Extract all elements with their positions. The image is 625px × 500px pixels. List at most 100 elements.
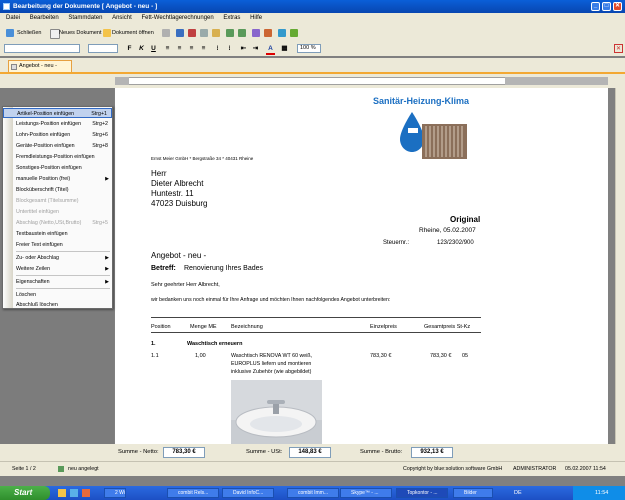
block-number: 1. (151, 341, 156, 347)
font-size-combo[interactable] (88, 44, 118, 53)
menu-item-abschluss-loeschen[interactable]: Abschluß löschen (3, 300, 112, 310)
table-header-rule (151, 332, 481, 333)
copyright-text: Copyright by blue:solution software GmbH (403, 466, 503, 472)
document-page[interactable]: Sanitär-Heizung-Klima Ernst Meier GmbH *… (115, 88, 608, 444)
app-icon (3, 3, 10, 10)
doc-original-label: Original (450, 215, 481, 224)
cut-icon[interactable] (188, 29, 196, 37)
menu-item-freier-text[interactable]: Freier Text einfügen (3, 240, 112, 250)
menu-stammdaten[interactable]: Stammdaten (68, 15, 102, 21)
menu-item-textbaustein[interactable]: Textbaustein einfügen (3, 229, 112, 239)
language-indicator[interactable]: DE (514, 488, 522, 498)
insert-icon[interactable] (252, 29, 260, 37)
menu-hilfe[interactable]: Hilfe (250, 15, 262, 21)
menu-extras[interactable]: Extras (223, 15, 240, 21)
copy-icon[interactable] (200, 29, 208, 37)
outdent-icon[interactable]: ⇤ (239, 44, 248, 53)
submenu-arrow-icon: ▶ (105, 176, 109, 182)
font-color-icon[interactable]: A (266, 44, 275, 55)
intro-text: wir bedanken uns noch einmal für Ihre An… (151, 297, 391, 303)
check-icon[interactable] (290, 29, 298, 37)
taskbar-task[interactable]: combit Rels... (167, 488, 219, 498)
net-total-label: Summe - Netto: (118, 449, 159, 455)
menu-item-loeschen[interactable]: Löschen (3, 290, 112, 300)
quicklaunch-icon[interactable] (58, 489, 66, 497)
format-toolbar: F K U ≡ ≡ ≡ ≡ ⁝ ⁝ ⇤ ⇥ A ▦ 100 % ✕ (0, 41, 625, 56)
save-icon[interactable] (176, 29, 184, 37)
sender-line: Ernst Meier GmbH * Bergstraße 34 * 40431… (151, 156, 254, 161)
gross-total-label: Summe - Brutto: (360, 449, 403, 455)
print-icon[interactable] (162, 29, 170, 37)
bold-button[interactable]: F (125, 44, 134, 53)
menu-item-leistungs-position[interactable]: Leistungs-Position einfügen Strg+2 (3, 119, 112, 129)
menu-datei[interactable]: Datei (6, 15, 20, 21)
menu-item-fremdleistungs-position[interactable]: Fremdleistungs-Position einfügen (3, 152, 112, 162)
menu-item-zu-abschlag[interactable]: Zu- oder Abschlag ▶ (3, 253, 112, 263)
close-button[interactable]: ✕ (613, 2, 622, 11)
taskbar-task[interactable]: Topkontor - ... (396, 488, 448, 498)
tab-angebot[interactable]: Angebot - neu - (8, 60, 72, 72)
item-desc-line: Waschtisch RENOVA WT 60 weiß, (231, 353, 313, 359)
start-button[interactable]: Start (0, 486, 50, 500)
table-icon[interactable]: ▦ (280, 44, 289, 53)
close-document-icon[interactable]: ✕ (614, 44, 623, 53)
menu-wechselrechnungen[interactable]: Fett-Wechtlagerechnungen (141, 15, 213, 21)
taskbar-task[interactable]: combit Imm... (287, 488, 339, 498)
quicklaunch-icon[interactable] (82, 489, 90, 497)
menu-item-blockueberschrift[interactable]: Blocküberschrift (Titel) (3, 185, 112, 195)
maximize-button[interactable]: □ (602, 2, 611, 11)
gross-total-value: 932,13 € (411, 447, 453, 458)
clock[interactable]: 11:54 (595, 490, 608, 496)
menu-ansicht[interactable]: Ansicht (112, 15, 132, 21)
menu-bar: Datei Bearbeiten Stammdaten Ansicht Fett… (0, 13, 625, 24)
zoom-combo[interactable]: 100 % (297, 44, 321, 53)
menu-item-sonstiges-position[interactable]: Sonstiges-Position einfügen (3, 163, 112, 173)
menu-item-geraete-position[interactable]: Geräte-Position einfügen Strg+8 (3, 141, 112, 151)
menu-item-eigenschaften[interactable]: Eigenschaften ▶ (3, 277, 112, 287)
undo-icon[interactable] (226, 29, 234, 37)
quicklaunch-icon[interactable] (70, 489, 78, 497)
block-title: Waschtisch erneuern (187, 341, 243, 347)
menu-item-lohn-position[interactable]: Lohn-Position einfügen Strg+6 (3, 130, 112, 140)
item-desc-line: inklusive Zubehör (wie abgebildet) (231, 369, 312, 375)
justify-icon[interactable]: ≡ (199, 44, 208, 53)
open-document-icon (103, 29, 111, 37)
taskbar-task[interactable]: Skype™ - ... (340, 488, 392, 498)
new-document-button[interactable]: Neues Dokument (59, 28, 102, 38)
redo-icon[interactable] (238, 29, 246, 37)
recipient-street: Huntestr. 11 (151, 189, 194, 198)
indent-icon[interactable]: ⇥ (251, 44, 260, 53)
delete-icon[interactable] (264, 29, 272, 37)
menu-bearbeiten[interactable]: Bearbeiten (30, 15, 59, 21)
paste-icon[interactable] (212, 29, 220, 37)
underline-button[interactable]: U (149, 44, 158, 53)
menu-separator (16, 288, 110, 289)
state-icon (58, 466, 64, 472)
subject-text: Renovierung Ihres Bades (184, 265, 263, 272)
italic-button[interactable]: K (137, 44, 146, 53)
numbered-list-icon[interactable]: ⁝ (225, 44, 234, 53)
col-total-price: Gesamtpreis St-Kz (424, 324, 471, 330)
taskbar-task[interactable]: Bilder (453, 488, 493, 498)
taskbar-task[interactable]: 2 Win... (104, 488, 126, 498)
insert-context-menu: Artikel-Position einfügen Strg+1 Leistung… (2, 106, 113, 309)
menu-item-manuelle-position[interactable]: manuelle Position (frei) ▶ (3, 174, 112, 184)
item-unit-price: 783,30 € (370, 353, 392, 359)
minimize-button[interactable]: _ (591, 2, 600, 11)
menu-item-artikel-position[interactable]: Artikel-Position einfügen Strg+1 (3, 108, 112, 118)
item-quantity: 1,00 (195, 353, 206, 359)
taskbar-task[interactable]: David InfoC... (222, 488, 274, 498)
open-document-button[interactable]: Dokument öffnen (112, 28, 154, 38)
col-description: Bezeichnung (231, 324, 263, 330)
align-right-icon[interactable]: ≡ (187, 44, 196, 53)
menu-item-weitere-zeilen[interactable]: Weitere Zeilen ▶ (3, 264, 112, 274)
bullet-list-icon[interactable]: ⁝ (213, 44, 222, 53)
align-center-icon[interactable]: ≡ (175, 44, 184, 53)
align-left-icon[interactable]: ≡ (163, 44, 172, 53)
find-icon[interactable] (278, 29, 286, 37)
col-position: Position (151, 324, 171, 330)
vertical-scrollbar[interactable] (615, 88, 625, 444)
close-doc-button[interactable]: Schließen (17, 28, 41, 38)
style-combo[interactable] (4, 44, 80, 53)
company-logo-icon (400, 112, 467, 159)
